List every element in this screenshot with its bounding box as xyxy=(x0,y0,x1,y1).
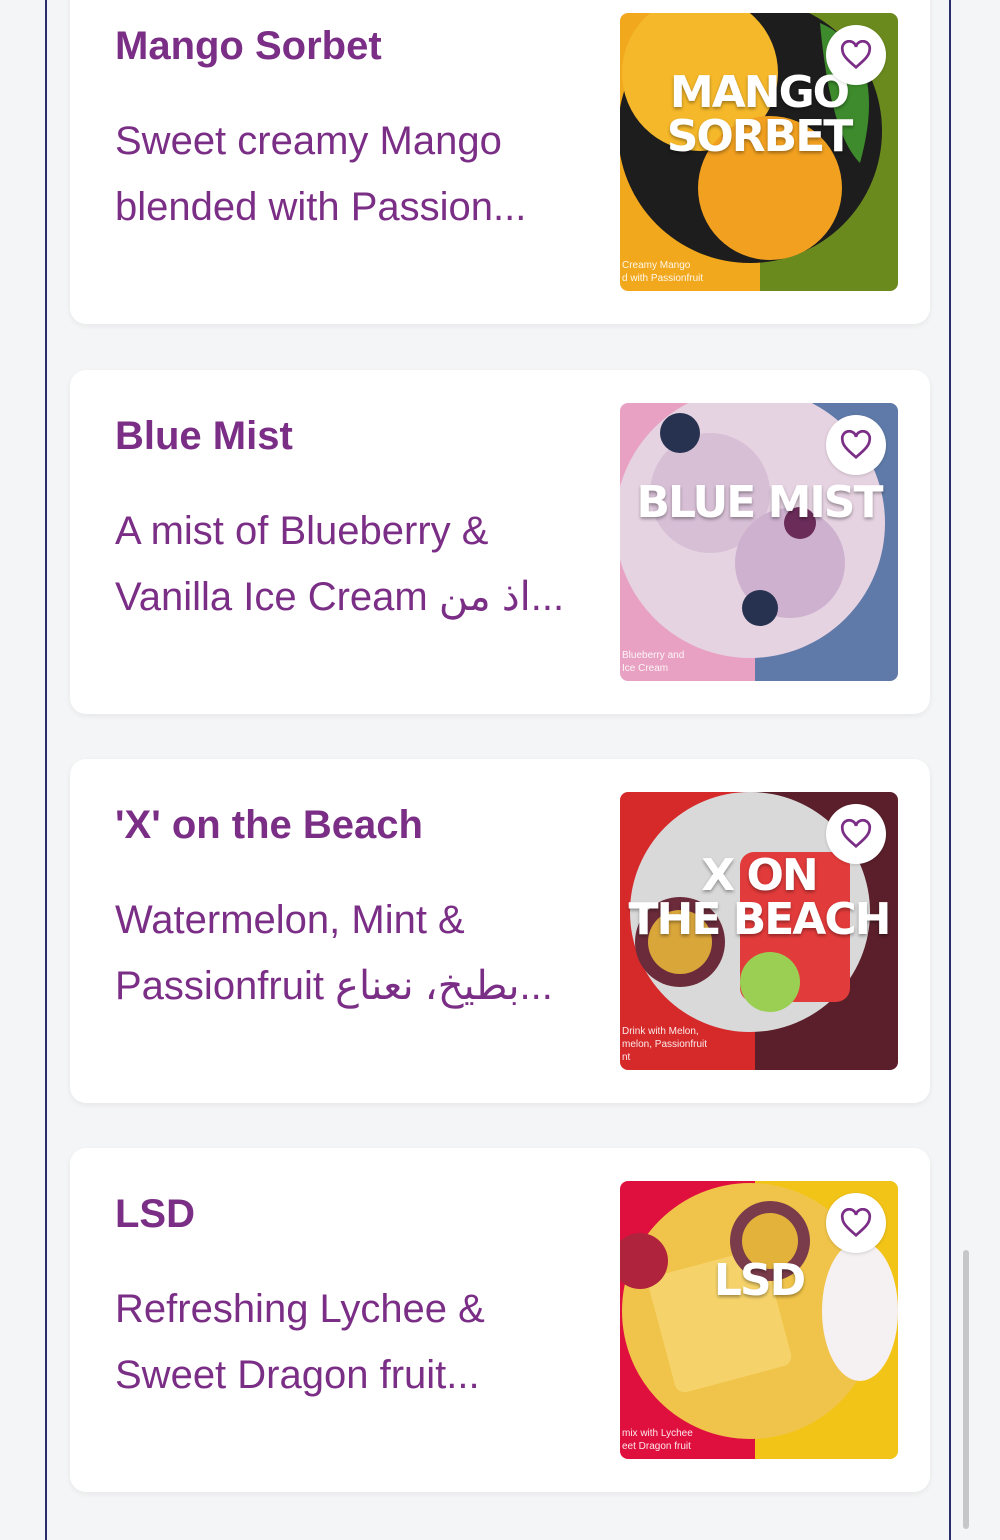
favorite-button[interactable] xyxy=(826,804,886,864)
heart-outline-icon xyxy=(840,819,872,849)
image-banner: X ON THE BEACH xyxy=(628,850,892,945)
product-title: Blue Mist xyxy=(115,414,293,458)
image-banner: BLUE MIST xyxy=(636,477,884,528)
product-image[interactable]: X ON THE BEACH Drink with Melon, melon, Pa… xyxy=(620,792,898,1070)
image-caption: Drink with Melon, melon, Passionfruit nt xyxy=(622,1026,708,1063)
product-image[interactable]: MANGO SORBET Creamy Mango d with Passionfr… xyxy=(620,13,898,291)
product-card-blue-mist[interactable]: Blue Mist A mist of Blueberry & Vanilla … xyxy=(70,370,930,714)
product-image[interactable]: LSD mix with Lychee eet Dragon fruit xyxy=(620,1181,898,1459)
product-card-mango-sorbet[interactable]: Mango Sorbet Sweet creamy Mango blended … xyxy=(70,0,930,324)
scrollbar[interactable] xyxy=(963,1250,969,1529)
heart-outline-icon xyxy=(840,430,872,460)
product-title: LSD xyxy=(115,1192,195,1236)
product-card-lsd[interactable]: LSD Refreshing Lychee & Sweet Dragon fru… xyxy=(70,1148,930,1492)
favorite-button[interactable] xyxy=(826,415,886,475)
heart-outline-icon xyxy=(840,1208,872,1238)
image-caption: Blueberry and Ice Cream xyxy=(622,650,685,674)
product-image[interactable]: BLUE MIST Blueberry and Ice Cream xyxy=(620,403,898,681)
product-card-x-on-the-beach[interactable]: 'X' on the Beach Watermelon, Mint & Pass… xyxy=(70,759,930,1103)
favorite-button[interactable] xyxy=(826,1193,886,1253)
product-title: Mango Sorbet xyxy=(115,24,382,68)
product-description: Watermelon, Mint & Passionfruit بطيخ، نع… xyxy=(115,898,553,1008)
product-description: Refreshing Lychee & Sweet Dragon fruit..… xyxy=(115,1287,485,1397)
product-title: 'X' on the Beach xyxy=(115,803,423,847)
product-description: A mist of Blueberry & Vanilla Ice Cream … xyxy=(115,509,565,619)
image-caption: mix with Lychee eet Dragon fruit xyxy=(622,1428,693,1452)
favorite-button[interactable] xyxy=(826,25,886,85)
product-description: Sweet creamy Mango blended with Passion.… xyxy=(115,119,527,229)
heart-outline-icon xyxy=(840,40,872,70)
image-caption: Creamy Mango d with Passionfruit xyxy=(622,260,704,284)
image-banner: LSD xyxy=(713,1255,806,1306)
